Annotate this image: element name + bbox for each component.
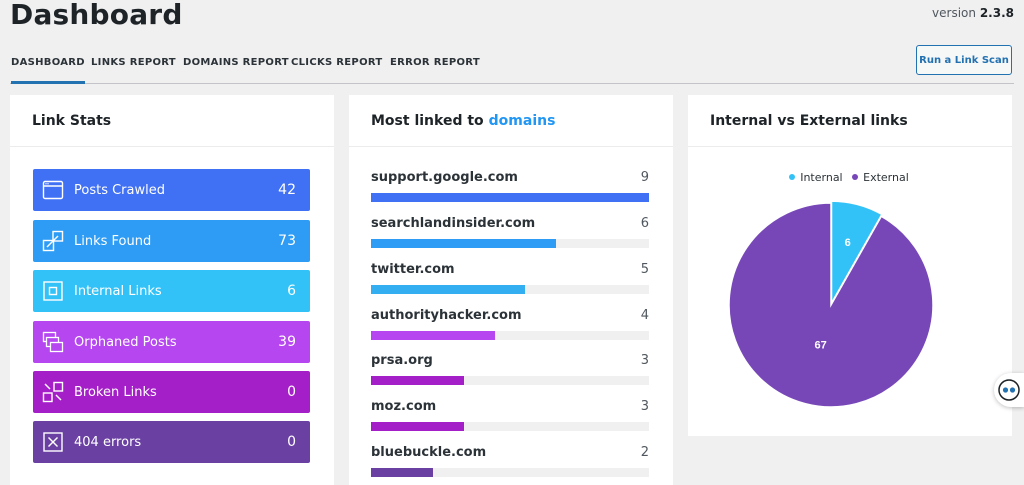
domain-count: 5 xyxy=(640,262,649,277)
chat-helper-button[interactable] xyxy=(994,373,1024,407)
domain-name: prsa.org xyxy=(371,353,433,368)
domain-bar-track xyxy=(371,239,649,248)
domain-count: 6 xyxy=(640,216,649,231)
domain-name: moz.com xyxy=(371,399,437,414)
stat-label: Posts Crawled xyxy=(74,182,165,198)
domains-link[interactable]: domains xyxy=(489,113,556,129)
tab-links-report[interactable]: LINKS REPORT xyxy=(91,57,176,68)
stat-broken-links[interactable]: Broken Links 0 xyxy=(33,371,310,413)
chat-bot-icon xyxy=(998,379,1020,401)
page-title: Dashboard xyxy=(10,0,183,31)
stat-value: 6 xyxy=(287,283,296,299)
pie-label-external: 67 xyxy=(814,339,826,351)
tab-error-report[interactable]: ERROR REPORT xyxy=(390,57,480,68)
domain-row: support.google.com 9 xyxy=(371,170,649,202)
domain-bar-track xyxy=(371,285,649,294)
domain-name: searchlandinsider.com xyxy=(371,216,536,231)
pie-slice-external[interactable] xyxy=(728,202,934,408)
domain-bar xyxy=(371,285,526,294)
tab-clicks-report[interactable]: CLICKS REPORT xyxy=(291,57,383,68)
stat-label: Orphaned Posts xyxy=(74,334,177,350)
link-squares-icon xyxy=(42,230,64,252)
domain-row: prsa.org 3 xyxy=(371,353,649,385)
domain-row: moz.com 3 xyxy=(371,399,649,431)
window-icon xyxy=(42,180,64,200)
domain-count: 4 xyxy=(640,308,649,323)
domain-name: twitter.com xyxy=(371,262,455,277)
stat-404-errors[interactable]: 404 errors 0 xyxy=(33,421,310,463)
domain-bar-track xyxy=(371,193,649,202)
stat-orphaned-posts[interactable]: Orphaned Posts 39 xyxy=(33,321,310,363)
x-box-icon xyxy=(43,432,63,452)
square-in-square-icon xyxy=(43,281,63,301)
domain-count: 3 xyxy=(640,353,649,368)
domain-row: bluebuckle.com 2 xyxy=(371,445,649,477)
stat-value: 39 xyxy=(278,334,296,350)
internal-external-card: Internal vs External links Internal Exte… xyxy=(688,95,1012,436)
pie-chart: 6 67 xyxy=(728,200,934,408)
domain-row: twitter.com 5 xyxy=(371,262,649,294)
domain-bar-track xyxy=(371,331,649,340)
version-number: 2.3.8 xyxy=(979,6,1014,20)
domain-count: 9 xyxy=(640,170,649,185)
stat-value: 0 xyxy=(287,434,296,450)
link-stats-card: Link Stats Posts Crawled 42 Links Found … xyxy=(10,95,334,485)
domain-bar xyxy=(371,193,649,202)
stat-posts-crawled[interactable]: Posts Crawled 42 xyxy=(33,169,310,211)
stat-label: Broken Links xyxy=(74,384,157,400)
domain-name: authorityhacker.com xyxy=(371,308,522,323)
stat-label: Links Found xyxy=(74,233,152,249)
stacked-windows-icon xyxy=(42,331,64,353)
pie-label-internal: 6 xyxy=(845,237,851,249)
stat-value: 42 xyxy=(278,182,296,198)
run-link-scan-button[interactable]: Run a Link Scan xyxy=(916,45,1012,75)
domain-count: 3 xyxy=(640,399,649,414)
broken-link-icon xyxy=(42,381,64,403)
domain-row: authorityhacker.com 4 xyxy=(371,308,649,340)
domain-row: searchlandinsider.com 6 xyxy=(371,216,649,248)
domains-card: Most linked to domains support.google.com… xyxy=(349,95,673,485)
stat-label: Internal Links xyxy=(74,283,162,299)
domain-name: bluebuckle.com xyxy=(371,445,487,460)
domain-bar xyxy=(371,376,464,385)
domain-bar-track xyxy=(371,422,649,431)
version-label: version 2.3.8 xyxy=(932,6,1014,20)
domain-bar-track xyxy=(371,468,649,477)
domain-bar xyxy=(371,239,557,248)
stat-value: 0 xyxy=(287,384,296,400)
domain-bar-track xyxy=(371,376,649,385)
card-title: Most linked to domains xyxy=(349,95,673,147)
domain-bar xyxy=(371,331,495,340)
domain-bar xyxy=(371,468,433,477)
tab-bar: DASHBOARD LINKS REPORT DOMAINS REPORT CL… xyxy=(10,48,1014,84)
tab-dashboard[interactable]: DASHBOARD xyxy=(11,57,85,84)
tab-domains-report[interactable]: DOMAINS REPORT xyxy=(183,57,289,68)
stat-value: 73 xyxy=(278,233,296,249)
domain-name: support.google.com xyxy=(371,170,518,185)
stat-label: 404 errors xyxy=(74,434,142,450)
domain-count: 2 xyxy=(640,445,649,460)
stat-internal-links[interactable]: Internal Links 6 xyxy=(33,270,310,312)
domain-bar xyxy=(371,422,464,431)
card-title: Link Stats xyxy=(10,95,334,147)
stat-links-found[interactable]: Links Found 73 xyxy=(33,220,310,262)
